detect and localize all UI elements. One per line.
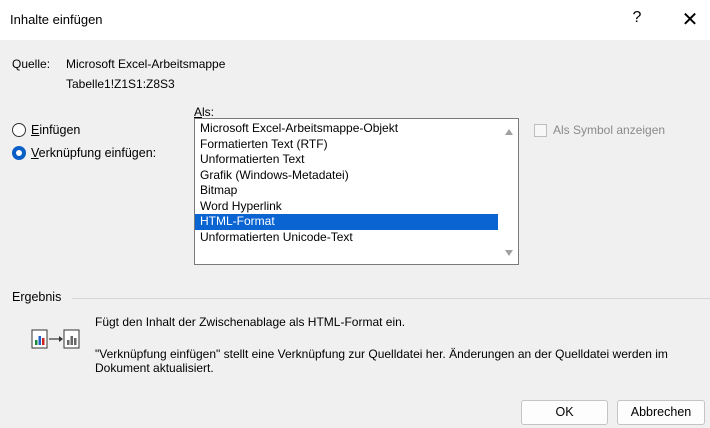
paste-format-listbox[interactable]: Microsoft Excel-Arbeitsmappe-Objekt Forma…: [194, 118, 519, 265]
paste-radio-label: Einfügen: [31, 123, 81, 137]
source-file: Microsoft Excel-Arbeitsmappe: [66, 57, 226, 71]
display-as-icon-label: Als Symbol anzeigen: [553, 123, 666, 137]
listbox-scrollbar[interactable]: [501, 119, 518, 264]
result-description: Fügt den Inhalt der Zwischenablage als H…: [95, 315, 406, 329]
paste-link-option[interactable]: Verknüpfung einfügen:: [12, 146, 156, 160]
source-range: Tabelle1!Z1S1:Z8S3: [66, 77, 175, 91]
result-divider: [72, 298, 710, 299]
display-as-icon-checkbox[interactable]: [534, 123, 547, 137]
list-item[interactable]: Formatierten Text (RTF): [195, 137, 498, 153]
list-item[interactable]: HTML-Format: [195, 214, 498, 230]
cancel-button[interactable]: Abbrechen: [617, 400, 705, 425]
list-item[interactable]: Bitmap: [195, 183, 498, 199]
result-link-description: "Verknüpfung einfügen" stellt eine Verkn…: [95, 347, 668, 375]
list-item[interactable]: Microsoft Excel-Arbeitsmappe-Objekt: [195, 121, 498, 137]
result-heading: Ergebnis: [12, 290, 62, 304]
paste-option[interactable]: Einfügen: [12, 123, 80, 137]
source-label: Quelle:: [12, 57, 51, 71]
display-as-icon-option[interactable]: Als Symbol anzeigen: [534, 123, 665, 137]
paste-link-radio-label: Verknüpfung einfügen:: [31, 146, 157, 160]
list-item[interactable]: Grafik (Windows-Metadatei): [195, 168, 498, 184]
list-item[interactable]: Word Hyperlink: [195, 199, 498, 215]
paste-radio[interactable]: [12, 123, 26, 137]
scroll-up-icon[interactable]: [505, 129, 513, 135]
help-button[interactable]: ?: [627, 9, 647, 27]
format-list: Microsoft Excel-Arbeitsmappe-Objekt Forma…: [195, 121, 498, 245]
paste-link-result-icon: [31, 329, 80, 349]
ok-button[interactable]: OK: [521, 400, 608, 425]
list-item[interactable]: Unformatierten Unicode-Text: [195, 230, 498, 246]
as-label: Als:: [194, 105, 215, 119]
list-item[interactable]: Unformatierten Text: [195, 152, 498, 168]
title-bar: Inhalte einfügen ? ✕: [0, 0, 710, 40]
close-button[interactable]: ✕: [680, 7, 700, 32]
scroll-down-icon[interactable]: [505, 250, 513, 256]
paste-link-radio[interactable]: [12, 146, 26, 160]
dialog-title: Inhalte einfügen: [10, 12, 103, 27]
